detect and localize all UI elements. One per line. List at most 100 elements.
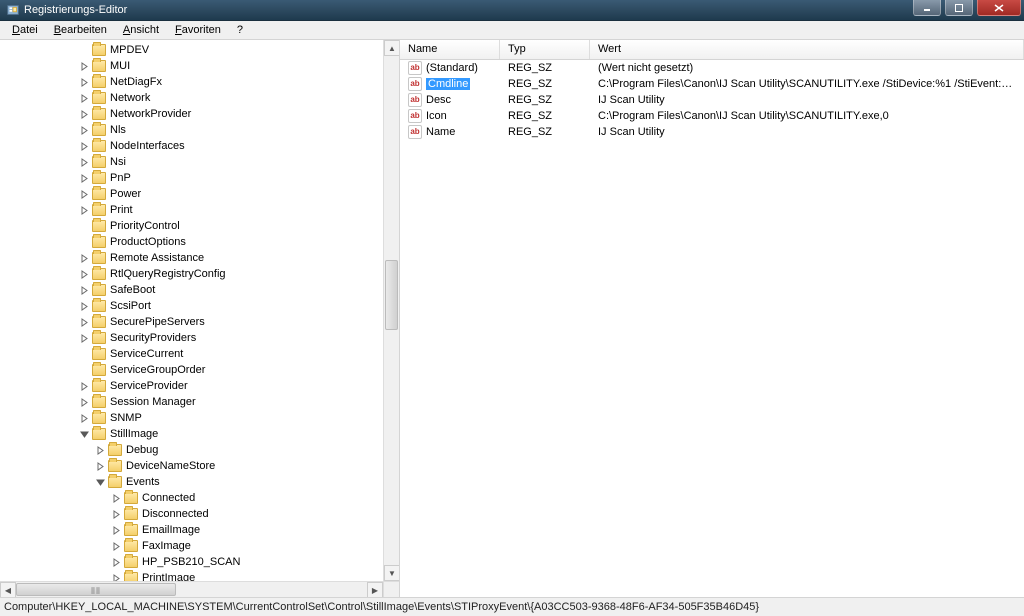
tree-item-label: NetworkProvider [110, 108, 191, 120]
tree-item-label: ServiceGroupOrder [110, 364, 205, 376]
expand-toggle-icon[interactable] [80, 158, 89, 167]
expand-toggle-icon[interactable] [80, 142, 89, 151]
tree-item[interactable]: MPDEV [0, 42, 383, 58]
expand-toggle-icon[interactable] [112, 510, 121, 519]
expand-toggle-icon[interactable] [80, 78, 89, 87]
tree-vertical-scrollbar[interactable]: ▲ ▼ [383, 40, 399, 581]
tree-item[interactable]: ServiceCurrent [0, 346, 383, 362]
expand-toggle-icon[interactable] [80, 254, 89, 263]
tree-item[interactable]: SNMP [0, 410, 383, 426]
expand-toggle-icon[interactable] [80, 206, 89, 215]
tree-item[interactable]: Print [0, 202, 383, 218]
tree-item-label: Events [126, 476, 160, 488]
expand-toggle-icon[interactable] [80, 190, 89, 199]
tree-item[interactable]: ProductOptions [0, 234, 383, 250]
value-row[interactable]: abIconREG_SZC:\Program Files\Canon\IJ Sc… [400, 108, 1024, 124]
value-row[interactable]: abDescREG_SZIJ Scan Utility [400, 92, 1024, 108]
expand-toggle-icon[interactable] [80, 430, 89, 439]
column-header-name[interactable]: Name [400, 40, 500, 59]
tree-item[interactable]: PnP [0, 170, 383, 186]
tree-item-label: NodeInterfaces [110, 140, 185, 152]
value-row[interactable]: ab(Standard)REG_SZ(Wert nicht gesetzt) [400, 60, 1024, 76]
tree-horizontal-scrollbar[interactable]: ◀ ⦀⦀ ▶ [0, 581, 383, 597]
tree-item[interactable]: Disconnected [0, 506, 383, 522]
scroll-thumb[interactable]: ⦀⦀ [16, 583, 176, 596]
tree-item[interactable]: FaxImage [0, 538, 383, 554]
tree-item[interactable]: SecurityProviders [0, 330, 383, 346]
tree-item[interactable]: Debug [0, 442, 383, 458]
tree-item[interactable]: Network [0, 90, 383, 106]
expand-toggle-icon[interactable] [80, 398, 89, 407]
tree-item[interactable]: Session Manager [0, 394, 383, 410]
tree-item[interactable]: MUI [0, 58, 383, 74]
expand-toggle-icon[interactable] [80, 286, 89, 295]
scroll-thumb[interactable] [385, 260, 398, 330]
expand-toggle-icon[interactable] [96, 446, 105, 455]
expand-toggle-icon[interactable] [80, 302, 89, 311]
expand-toggle-icon[interactable] [80, 126, 89, 135]
menu-help[interactable]: ? [229, 22, 251, 38]
expand-toggle-icon[interactable] [112, 574, 121, 582]
tree-item[interactable]: PriorityControl [0, 218, 383, 234]
tree-item[interactable]: Events [0, 474, 383, 490]
tree-item[interactable]: Nsi [0, 154, 383, 170]
tree-item[interactable]: Remote Assistance [0, 250, 383, 266]
expand-toggle-icon[interactable] [80, 270, 89, 279]
column-header-type[interactable]: Typ [500, 40, 590, 59]
minimize-button[interactable] [913, 0, 941, 16]
expand-toggle-icon[interactable] [80, 382, 89, 391]
tree-item[interactable]: Nls [0, 122, 383, 138]
tree-item[interactable]: SafeBoot [0, 282, 383, 298]
expand-toggle-icon[interactable] [112, 558, 121, 567]
expand-toggle-icon[interactable] [80, 174, 89, 183]
scroll-up-button[interactable]: ▲ [384, 40, 400, 56]
expand-toggle-icon[interactable] [80, 334, 89, 343]
expand-toggle-icon[interactable] [112, 494, 121, 503]
value-row[interactable]: abCmdlineREG_SZC:\Program Files\Canon\IJ… [400, 76, 1024, 92]
column-header-value[interactable]: Wert [590, 40, 1024, 59]
value-list[interactable]: ab(Standard)REG_SZ(Wert nicht gesetzt)ab… [400, 60, 1024, 140]
value-type: REG_SZ [500, 94, 590, 106]
value-name: Desc [426, 94, 451, 106]
expand-toggle-icon[interactable] [80, 94, 89, 103]
tree-item[interactable]: HP_PSB210_SCAN [0, 554, 383, 570]
menu-favorites[interactable]: Favoriten [167, 22, 229, 38]
scroll-right-button[interactable]: ▶ [367, 582, 383, 597]
expand-toggle-icon[interactable] [80, 414, 89, 423]
tree-item[interactable]: NetworkProvider [0, 106, 383, 122]
folder-icon [92, 396, 106, 408]
scroll-down-button[interactable]: ▼ [384, 565, 400, 581]
expand-toggle-icon[interactable] [112, 526, 121, 535]
maximize-button[interactable] [945, 0, 973, 16]
tree-item[interactable]: Power [0, 186, 383, 202]
tree-item[interactable]: StillImage [0, 426, 383, 442]
tree-item[interactable]: PrintImage [0, 570, 383, 581]
tree-item[interactable]: NodeInterfaces [0, 138, 383, 154]
tree-item[interactable]: RtlQueryRegistryConfig [0, 266, 383, 282]
menu-edit[interactable]: Bearbeiten [46, 22, 115, 38]
tree-item[interactable]: SecurePipeServers [0, 314, 383, 330]
tree-item[interactable]: ScsiPort [0, 298, 383, 314]
expand-toggle-icon[interactable] [96, 478, 105, 487]
expand-toggle-icon[interactable] [96, 462, 105, 471]
expand-toggle-icon[interactable] [80, 62, 89, 71]
close-button[interactable] [977, 0, 1021, 16]
tree-item[interactable]: Connected [0, 490, 383, 506]
expand-toggle-icon[interactable] [80, 110, 89, 119]
menu-view[interactable]: Ansicht [115, 22, 167, 38]
scroll-left-button[interactable]: ◀ [0, 582, 16, 597]
tree-item[interactable]: EmailImage [0, 522, 383, 538]
reg-string-icon: ab [408, 77, 422, 91]
value-row[interactable]: abNameREG_SZIJ Scan Utility [400, 124, 1024, 140]
tree-item[interactable]: DeviceNameStore [0, 458, 383, 474]
expand-toggle-icon[interactable] [80, 318, 89, 327]
tree-item[interactable]: NetDiagFx [0, 74, 383, 90]
tree-item-label: SNMP [110, 412, 142, 424]
tree-item-label: Connected [142, 492, 195, 504]
registry-tree[interactable]: MPDEVMUINetDiagFxNetwork NetworkProvider N… [0, 40, 383, 581]
tree-item[interactable]: ServiceProvider [0, 378, 383, 394]
tree-item[interactable]: ServiceGroupOrder [0, 362, 383, 378]
expand-toggle-icon[interactable] [112, 542, 121, 551]
menu-file[interactable]: Datei [4, 22, 46, 38]
value-type: REG_SZ [500, 126, 590, 138]
